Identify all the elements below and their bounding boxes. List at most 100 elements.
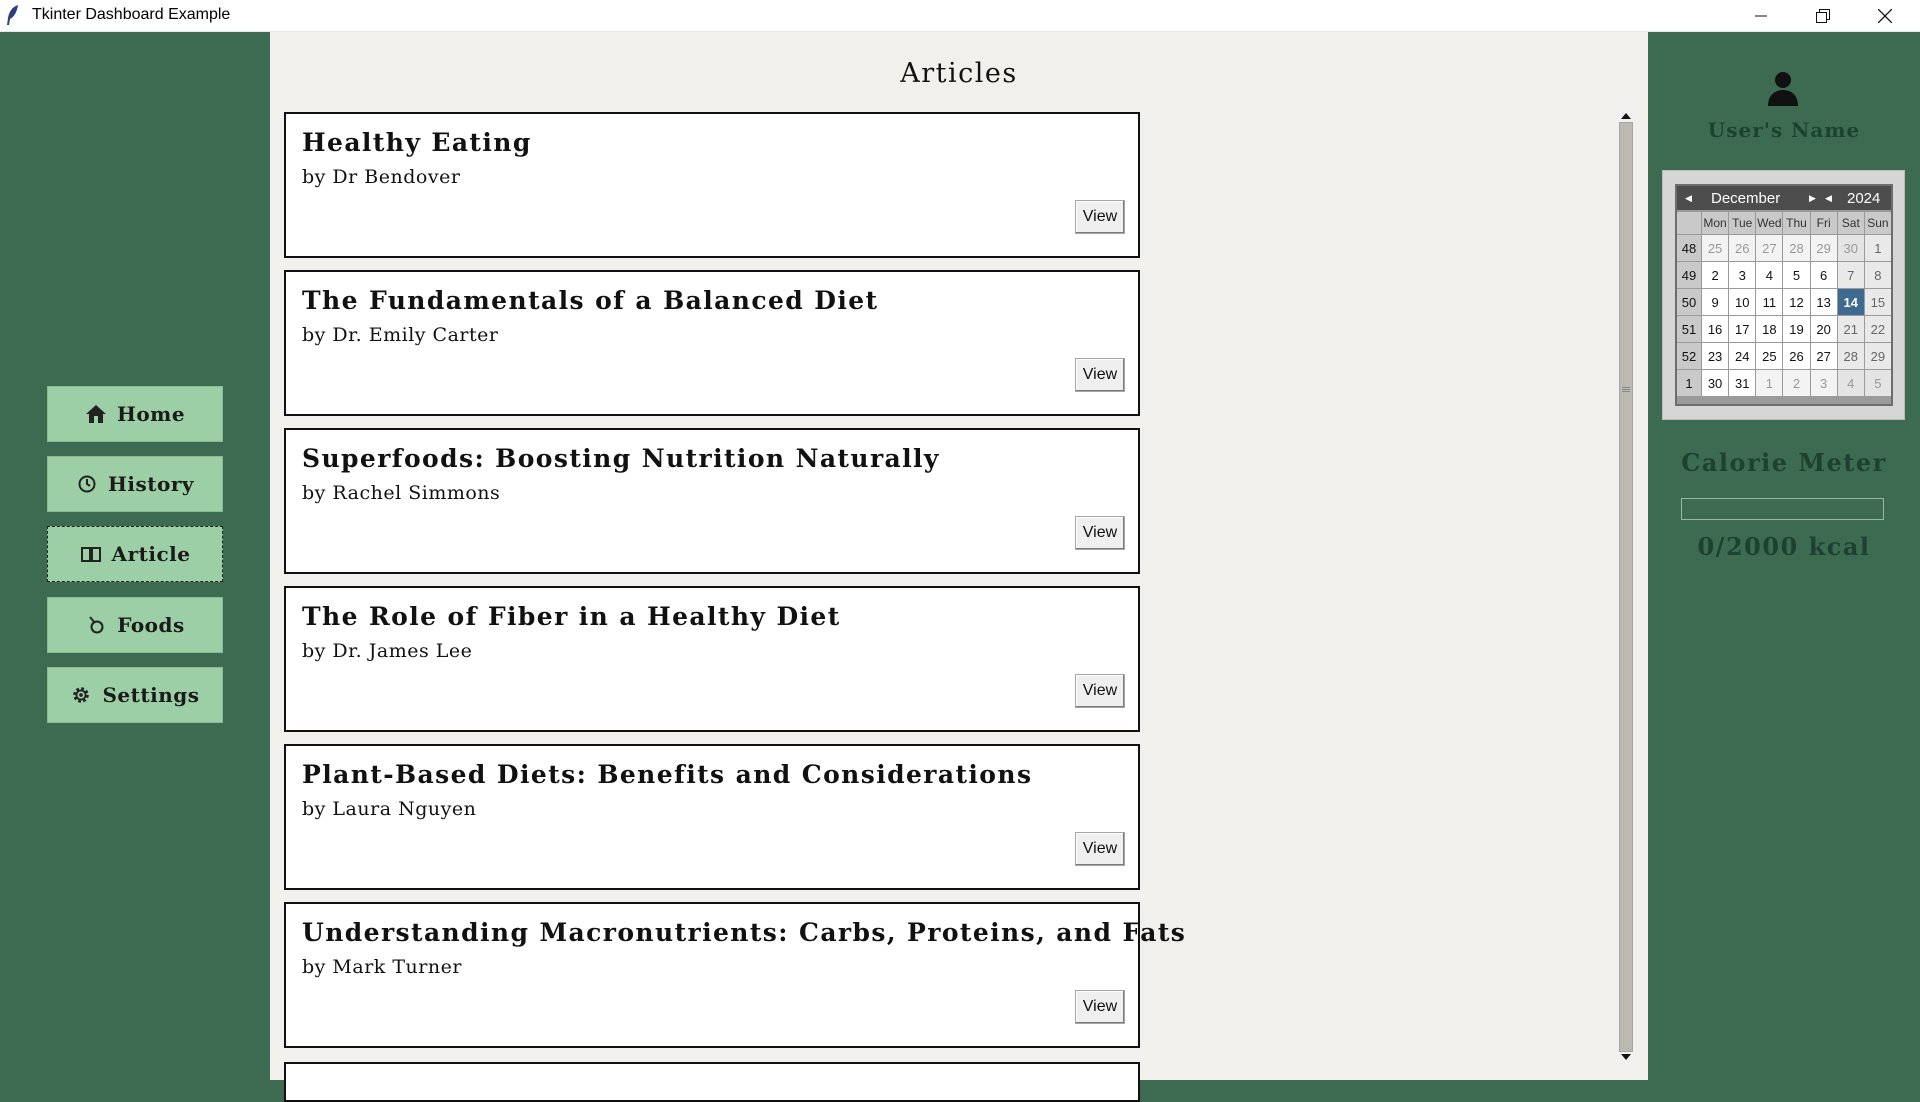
close-button[interactable] xyxy=(1854,0,1916,31)
sidebar-item-article[interactable]: Article xyxy=(47,526,223,582)
calendar-day[interactable]: 4 xyxy=(1756,262,1783,288)
calendar-day[interactable]: 15 xyxy=(1864,289,1891,315)
scroll-down-arrow[interactable] xyxy=(1616,1046,1636,1063)
calendar: ◀ December ▶ ◀ 2024 Mon Tue Wed Thu Fri … xyxy=(1675,184,1893,406)
article-title: Superfoods: Boosting Nutrition Naturally xyxy=(302,444,940,473)
article-card: Plant-Based Diets: Benefits and Consider… xyxy=(284,744,1140,890)
sidebar-item-label: Article xyxy=(111,542,191,566)
article-author: by Rachel Simmons xyxy=(302,482,501,504)
sidebar-item-settings[interactable]: Settings xyxy=(47,667,223,723)
day-header: Sat xyxy=(1837,212,1864,234)
triangle-up-icon xyxy=(1621,104,1631,123)
calendar-day[interactable]: 25 xyxy=(1756,343,1783,369)
calendar-day[interactable]: 2 xyxy=(1783,370,1810,396)
week-number: 51 xyxy=(1677,316,1701,342)
calendar-day[interactable]: 28 xyxy=(1837,343,1864,369)
calendar-day[interactable]: 25 xyxy=(1702,235,1729,261)
calendar-day[interactable]: 28 xyxy=(1783,235,1810,261)
calendar-day[interactable]: 9 xyxy=(1702,289,1729,315)
calendar-day-selected[interactable]: 14 xyxy=(1837,289,1864,315)
calendar-day[interactable]: 27 xyxy=(1756,235,1783,261)
calendar-year: 2024 xyxy=(1847,190,1881,207)
user-name: User's Name xyxy=(1707,118,1861,142)
day-header: Sun xyxy=(1864,212,1891,234)
calorie-meter-title: Calorie Meter xyxy=(1681,448,1887,477)
prev-year-icon[interactable]: ◀ xyxy=(1825,193,1832,204)
calendar-header: ◀ December ▶ ◀ 2024 xyxy=(1677,186,1891,210)
calendar-day[interactable]: 6 xyxy=(1810,262,1837,288)
view-button[interactable]: View xyxy=(1075,990,1125,1024)
article-title: The Fundamentals of a Balanced Diet xyxy=(302,286,879,315)
calendar-day[interactable]: 23 xyxy=(1702,343,1729,369)
calendar-day[interactable]: 26 xyxy=(1783,343,1810,369)
home-icon xyxy=(85,403,107,425)
vertical-scrollbar[interactable] xyxy=(1616,103,1636,1064)
calendar-day[interactable]: 5 xyxy=(1783,262,1810,288)
calendar-day[interactable]: 29 xyxy=(1810,235,1837,261)
calendar-day[interactable]: 22 xyxy=(1864,316,1891,342)
calendar-day[interactable]: 13 xyxy=(1810,289,1837,315)
sidebar-item-label: Settings xyxy=(102,683,200,707)
prev-month-icon[interactable]: ◀ xyxy=(1685,193,1692,204)
clock-icon xyxy=(76,473,98,495)
article-card xyxy=(284,1062,1140,1102)
sidebar-item-label: History xyxy=(108,472,194,496)
calendar-day[interactable]: 21 xyxy=(1837,316,1864,342)
calendar-day[interactable]: 27 xyxy=(1810,343,1837,369)
calendar-day[interactable]: 2 xyxy=(1702,262,1729,288)
calendar-day[interactable]: 1 xyxy=(1864,235,1891,261)
article-title: The Role of Fiber in a Healthy Diet xyxy=(302,602,841,631)
article-title: Plant-Based Diets: Benefits and Consider… xyxy=(302,760,1033,789)
close-icon xyxy=(1878,8,1892,23)
view-button[interactable]: View xyxy=(1075,358,1125,392)
calendar-day[interactable]: 4 xyxy=(1837,370,1864,396)
article-author: by Laura Nguyen xyxy=(302,798,477,820)
day-header: Fri xyxy=(1810,212,1837,234)
calendar-day[interactable]: 3 xyxy=(1810,370,1837,396)
minimize-button[interactable] xyxy=(1730,0,1792,31)
article-author: by Mark Turner xyxy=(302,956,462,978)
article-card: The Role of Fiber in a Healthy Diet by D… xyxy=(284,586,1140,732)
feather-icon xyxy=(6,4,20,26)
calendar-day[interactable]: 8 xyxy=(1864,262,1891,288)
view-button[interactable]: View xyxy=(1075,516,1125,550)
sidebar-item-foods[interactable]: Foods xyxy=(47,597,223,653)
calendar-day[interactable]: 5 xyxy=(1864,370,1891,396)
calendar-day[interactable]: 20 xyxy=(1810,316,1837,342)
restore-icon xyxy=(1816,8,1830,23)
article-author: by Dr Bendover xyxy=(302,166,461,188)
calendar-day[interactable]: 30 xyxy=(1702,370,1729,396)
sidebar-item-history[interactable]: History xyxy=(47,456,223,512)
calendar-month: December xyxy=(1711,190,1781,207)
calendar-widget: ◀ December ▶ ◀ 2024 Mon Tue Wed Thu Fri … xyxy=(1662,170,1905,420)
calendar-day[interactable]: 26 xyxy=(1729,235,1756,261)
page-title: Articles xyxy=(900,58,1018,89)
calendar-day[interactable]: 10 xyxy=(1729,289,1756,315)
scroll-thumb[interactable] xyxy=(1619,122,1633,1052)
week-number: 52 xyxy=(1677,343,1701,369)
calendar-day[interactable]: 11 xyxy=(1756,289,1783,315)
calendar-day[interactable]: 3 xyxy=(1729,262,1756,288)
week-number: 50 xyxy=(1677,289,1701,315)
food-icon xyxy=(85,614,107,636)
calorie-meter-value: 0/2000 kcal xyxy=(1697,532,1871,561)
view-button[interactable]: View xyxy=(1075,200,1125,234)
sidebar: Home History Article Foods Settings xyxy=(0,32,270,1080)
scroll-up-arrow[interactable] xyxy=(1616,105,1636,122)
calendar-day[interactable]: 12 xyxy=(1783,289,1810,315)
calendar-day[interactable]: 24 xyxy=(1729,343,1756,369)
view-button[interactable]: View xyxy=(1075,832,1125,866)
calendar-day[interactable]: 7 xyxy=(1837,262,1864,288)
next-month-icon[interactable]: ▶ xyxy=(1809,193,1816,204)
calendar-day[interactable]: 29 xyxy=(1864,343,1891,369)
calendar-day[interactable]: 31 xyxy=(1729,370,1756,396)
calendar-day[interactable]: 18 xyxy=(1756,316,1783,342)
restore-button[interactable] xyxy=(1792,0,1854,31)
calendar-day[interactable]: 1 xyxy=(1756,370,1783,396)
calendar-day[interactable]: 16 xyxy=(1702,316,1729,342)
calendar-day[interactable]: 17 xyxy=(1729,316,1756,342)
calendar-day[interactable]: 19 xyxy=(1783,316,1810,342)
sidebar-item-home[interactable]: Home xyxy=(47,386,223,442)
calendar-day[interactable]: 30 xyxy=(1837,235,1864,261)
view-button[interactable]: View xyxy=(1075,674,1125,708)
